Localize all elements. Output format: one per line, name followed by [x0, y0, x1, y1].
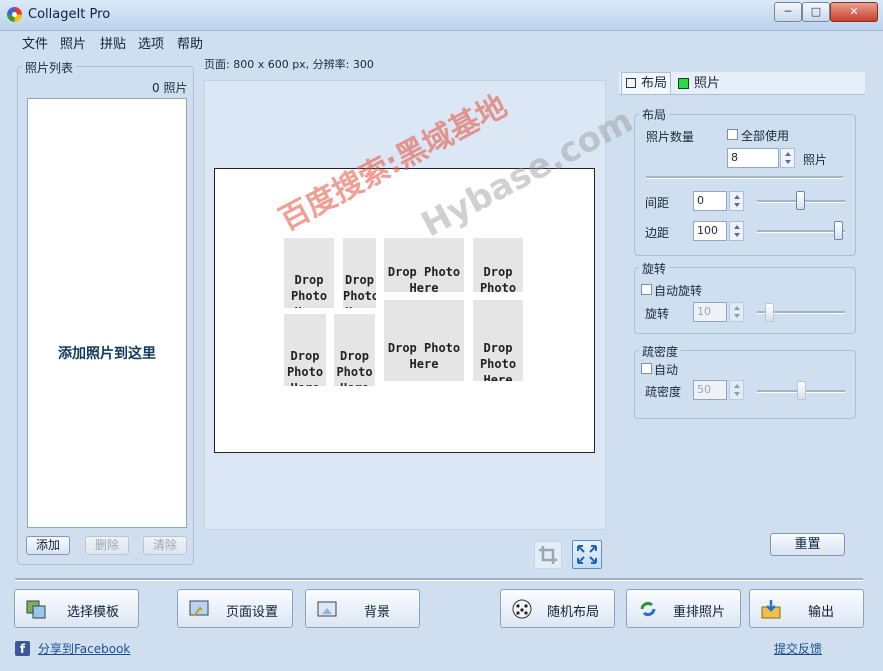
auto-rotate-checkbox[interactable]	[641, 284, 652, 295]
window-title: CollageIt Pro	[28, 7, 111, 22]
auto-rotate-label: 自动旋转	[654, 284, 703, 298]
background-button[interactable]: 背景	[305, 589, 420, 628]
shuffle-icon	[637, 598, 659, 620]
rotation-spinner[interactable]	[729, 302, 744, 322]
export-icon	[760, 598, 782, 620]
spacing-spinner[interactable]	[729, 191, 744, 211]
crop-icon[interactable]	[534, 541, 562, 569]
photo-unit-label: 照片	[803, 153, 828, 167]
background-icon	[316, 598, 338, 620]
app-logo-icon	[7, 7, 22, 22]
photo-slot[interactable]: Drop Photo Here	[384, 238, 464, 292]
margin-input[interactable]: 100	[693, 221, 727, 241]
photo-slot[interactable]: Drop Photo Here	[334, 314, 375, 386]
page-setup-label: 页面设置	[226, 605, 279, 620]
margin-slider-thumb[interactable]	[834, 221, 843, 240]
menu-bar	[0, 31, 883, 51]
tab-photo[interactable]: 照片	[694, 73, 720, 94]
layout-separator	[646, 176, 843, 179]
feedback-link[interactable]: 提交反馈	[774, 640, 822, 657]
rotation-label: 旋转	[645, 307, 670, 321]
bottom-divider	[15, 578, 863, 581]
use-all-checkbox[interactable]	[727, 129, 738, 140]
density-spinner[interactable]	[729, 380, 744, 400]
clear-photos-button[interactable]: 清除	[143, 536, 187, 555]
photo-tab-icon	[678, 78, 689, 89]
margin-label: 边距	[645, 226, 670, 240]
menu-options[interactable]: 选项	[138, 33, 164, 52]
use-all-label: 全部使用	[741, 129, 790, 143]
rotation-slider-thumb[interactable]	[765, 303, 774, 322]
add-photo-button[interactable]: 添加	[26, 536, 70, 555]
density-label: 疏密度	[645, 385, 682, 399]
photo-slot[interactable]: Drop Photo Here	[284, 238, 334, 308]
maximize-button[interactable]: □	[802, 2, 830, 22]
menu-collage[interactable]: 拼贴	[100, 33, 126, 52]
spacing-label: 间距	[645, 196, 670, 210]
margin-slider-track[interactable]	[757, 230, 845, 233]
photo-slot[interactable]: Drop Photo Here	[384, 300, 464, 381]
auto-density-checkbox[interactable]	[641, 363, 652, 374]
random-layout-label: 随机布局	[547, 605, 600, 620]
rotation-group-title: 旋转	[639, 260, 670, 277]
photo-slot[interactable]: Drop Photo Here	[473, 300, 523, 381]
random-layout-button[interactable]: 随机布局	[500, 589, 615, 628]
facebook-icon[interactable]: f	[15, 641, 30, 656]
layout-tab-icon	[626, 78, 636, 88]
share-facebook-link[interactable]: 分享到Facebook	[38, 640, 130, 657]
page-setup-button[interactable]: 页面设置	[177, 589, 293, 628]
menu-file[interactable]: 文件	[22, 33, 48, 52]
page-setup-icon	[188, 598, 210, 620]
auto-density-label: 自动	[654, 363, 679, 377]
density-input[interactable]: 50	[693, 380, 727, 400]
shuffle-photos-label: 重排照片	[673, 605, 726, 620]
density-group-title: 疏密度	[639, 343, 682, 360]
photo-drop-list[interactable]	[27, 98, 187, 528]
photo-count-input[interactable]: 8	[727, 148, 779, 168]
density-slider-thumb[interactable]	[797, 381, 806, 400]
dice-icon	[511, 598, 533, 620]
photo-drop-hint: 添加照片到这里	[58, 346, 156, 362]
spacing-slider-thumb[interactable]	[796, 191, 805, 210]
photo-count-spinner[interactable]	[780, 148, 795, 168]
photo-slot[interactable]: Drop Photo	[473, 238, 523, 292]
choose-template-label: 选择模板	[67, 605, 120, 620]
shuffle-photos-button[interactable]: 重排照片	[626, 589, 741, 628]
template-icon	[25, 598, 47, 620]
spacing-input[interactable]: 0	[693, 191, 727, 211]
margin-spinner[interactable]	[729, 221, 744, 241]
reset-button[interactable]: 重置	[770, 533, 845, 556]
tab-layout-label: 布局	[641, 76, 668, 91]
menu-photo[interactable]: 照片	[60, 33, 86, 52]
background-label: 背景	[364, 605, 391, 620]
choose-template-button[interactable]: 选择模板	[14, 589, 139, 628]
delete-photo-button[interactable]: 删除	[85, 536, 129, 555]
photo-count: 0 照片	[152, 81, 188, 95]
title-bar	[0, 0, 883, 31]
photo-count-label: 照片数量	[646, 130, 695, 144]
export-label: 输出	[808, 605, 835, 620]
page-info: 页面: 800 x 600 px, 分辨率: 300	[204, 58, 374, 71]
photo-list-label: 照片列表	[22, 59, 77, 76]
rotation-group	[634, 267, 856, 334]
menu-help[interactable]: 帮助	[177, 33, 203, 52]
fit-to-window-icon[interactable]	[572, 540, 602, 569]
rotation-input[interactable]: 10	[693, 302, 727, 322]
export-button[interactable]: 输出	[749, 589, 864, 628]
layout-group-title: 布局	[639, 106, 670, 123]
photo-slot[interactable]: Drop Photo Here	[284, 314, 326, 386]
minimize-button[interactable]: ─	[774, 2, 802, 22]
photo-slot[interactable]: Drop Photo Here	[343, 238, 376, 308]
close-button[interactable]: ✕	[830, 2, 878, 22]
